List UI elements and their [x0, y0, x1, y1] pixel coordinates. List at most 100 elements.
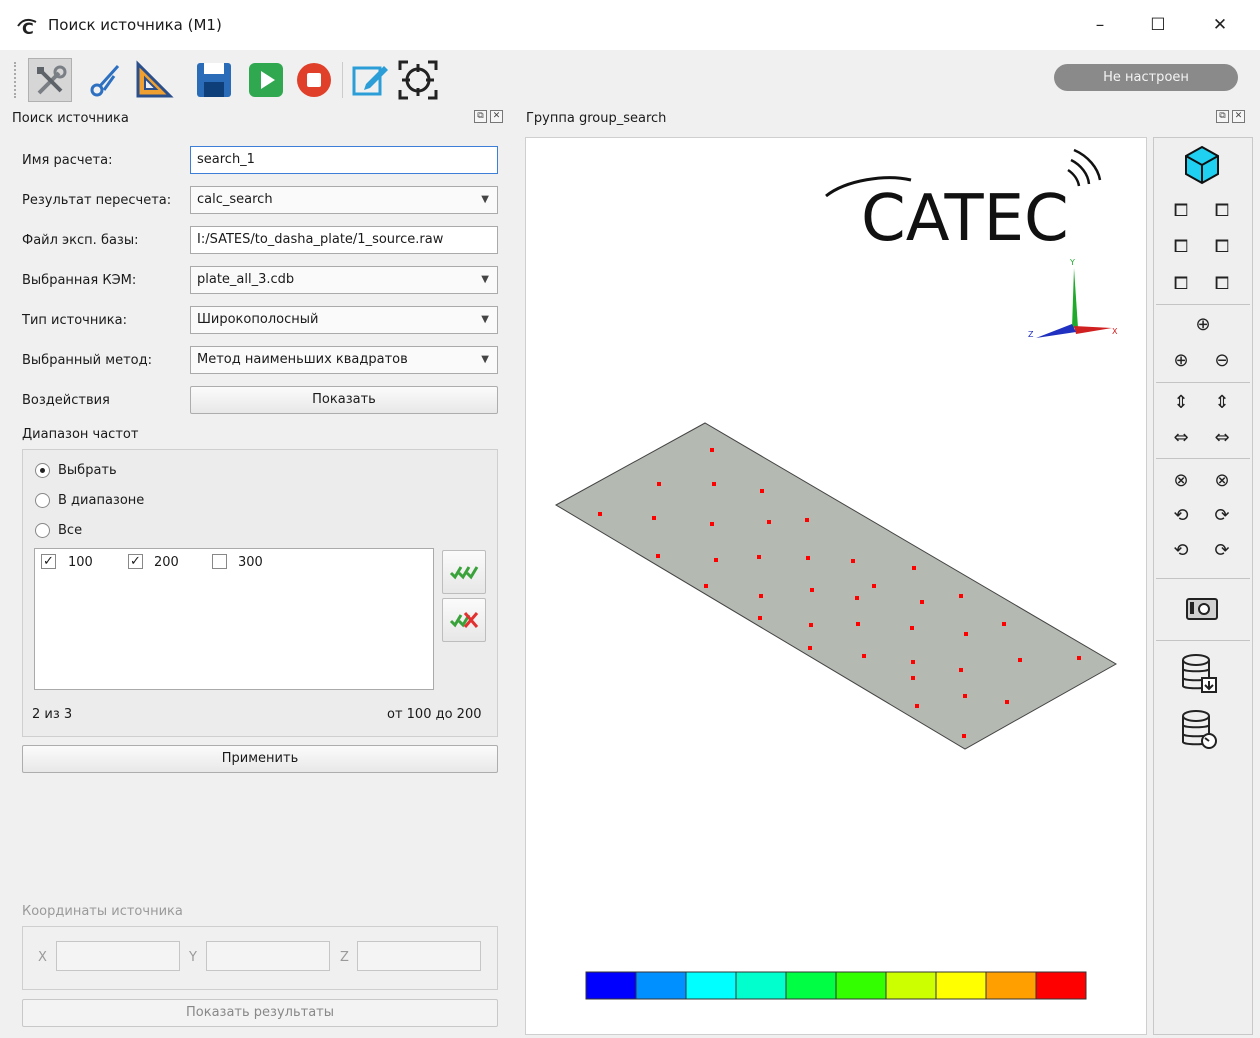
radio-all[interactable]	[35, 523, 50, 538]
catec-logo-icon: C	[16, 14, 40, 41]
cut-tools-icon	[90, 64, 120, 97]
play-icon	[249, 63, 283, 97]
bottom-view-icon[interactable]: ⧠	[1209, 271, 1235, 297]
color-legend-swatch	[835, 971, 887, 1000]
rotate-y-neg-icon[interactable]: ⟲	[1168, 503, 1194, 529]
method-select[interactable]: Метод наименьших квадратов ▼	[190, 346, 498, 374]
radio-range[interactable]	[35, 493, 50, 508]
calc-name-label: Имя расчета:	[22, 153, 113, 168]
rotate-y-pos-icon[interactable]: ⟳	[1209, 503, 1235, 529]
radio-select[interactable]	[35, 463, 50, 478]
exp-base-label: Файл эксп. базы:	[22, 233, 139, 248]
zoom-out-icon[interactable]: ⊖	[1209, 348, 1235, 374]
color-legend-swatch	[785, 971, 837, 1000]
screenshot-button[interactable]	[1184, 592, 1220, 622]
cut-tools-button[interactable]	[84, 58, 128, 102]
y-label: Y	[189, 950, 197, 965]
z-coord-input[interactable]	[357, 941, 481, 971]
color-legend-swatch	[685, 971, 737, 1000]
back-view-icon[interactable]: ⧠	[1209, 198, 1235, 224]
db-refresh-icon	[1182, 710, 1217, 749]
toolbar-separator	[342, 62, 344, 98]
x-coord-input[interactable]	[56, 941, 180, 971]
view-toolbar-separator	[1156, 578, 1250, 579]
axis-z-label: Z	[1028, 330, 1034, 339]
close-viewport-icon[interactable]: ✕	[1232, 110, 1245, 123]
recalc-result-select[interactable]: calc_search ▼	[190, 186, 498, 214]
recalc-result-label: Результат пересчета:	[22, 193, 172, 208]
color-legend-swatch	[585, 971, 637, 1000]
stop-button[interactable]	[292, 58, 336, 102]
recalc-result-value: calc_search	[197, 192, 273, 207]
freq-item-200: 200	[154, 555, 179, 570]
zoom-in-icon[interactable]: ⊕	[1168, 348, 1194, 374]
svg-text:C: C	[22, 19, 34, 36]
target-select-button[interactable]	[396, 58, 440, 102]
settings-tools-button[interactable]	[28, 58, 72, 102]
top-view-icon[interactable]: ⧠	[1168, 271, 1194, 297]
check-all-button[interactable]	[442, 550, 486, 594]
rotate-z-neg-icon[interactable]: ⟲	[1168, 538, 1194, 564]
float-viewport-icon[interactable]: ⧉	[1216, 110, 1229, 123]
ruler-triangle-button[interactable]	[132, 58, 176, 102]
close-button[interactable]: ✕	[1200, 10, 1240, 40]
radio-all-label: Все	[58, 523, 83, 538]
pan-down-icon[interactable]: ⇕	[1168, 390, 1194, 416]
source-type-select[interactable]: Широкополосный ▼	[190, 306, 498, 334]
pan-left-icon[interactable]: ⇔	[1168, 425, 1194, 451]
show-impacts-button[interactable]: Показать	[190, 386, 498, 414]
ruler-triangle-icon	[136, 60, 174, 98]
view-toolbar-separator	[1156, 382, 1250, 383]
float-panel-icon[interactable]: ⧉	[474, 110, 487, 123]
rotate-x-pos-icon[interactable]: ⊗	[1209, 468, 1235, 494]
apply-button[interactable]: Применить	[22, 745, 498, 773]
db-export-button[interactable]	[1178, 652, 1222, 696]
splitter-handle[interactable]	[505, 137, 511, 1035]
chevron-down-icon: ▼	[481, 314, 489, 325]
toolbar-grip[interactable]	[14, 62, 18, 98]
window-title: Поиск источника (M1)	[48, 16, 222, 34]
source-type-value: Широкополосный	[197, 312, 319, 327]
freq-checkbox-300[interactable]	[212, 554, 227, 569]
y-coord-input[interactable]	[206, 941, 330, 971]
left-view-icon[interactable]: ⧠	[1168, 234, 1194, 260]
chevron-down-icon: ▼	[481, 274, 489, 285]
screenshot-icon	[1186, 598, 1218, 620]
freq-range-title: Диапазон частот	[22, 427, 139, 442]
rotate-z-pos-icon[interactable]: ⟳	[1209, 538, 1235, 564]
save-button[interactable]	[192, 58, 236, 102]
freq-checkbox-100[interactable]: ✓	[41, 554, 56, 569]
pan-right-icon[interactable]: ⇔	[1209, 425, 1235, 451]
right-view-icon[interactable]: ⧠	[1209, 234, 1235, 260]
edit-icon	[352, 66, 388, 96]
method-value: Метод наименьших квадратов	[197, 352, 408, 367]
freq-checkbox-200[interactable]: ✓	[128, 554, 143, 569]
uncheck-all-button[interactable]	[442, 598, 486, 642]
minimize-button[interactable]: –	[1080, 10, 1120, 40]
left-panel-title: Поиск источника	[12, 111, 129, 126]
rotate-x-neg-icon[interactable]: ⊗	[1168, 468, 1194, 494]
fem-select[interactable]: plate_all_3.cdb ▼	[190, 266, 498, 294]
show-results-button[interactable]: Показать результаты	[22, 999, 498, 1027]
view-toolbar-separator	[1156, 640, 1250, 641]
calc-name-input[interactable]: search_1	[190, 146, 498, 174]
edit-button[interactable]	[348, 58, 392, 102]
freq-list[interactable]	[34, 548, 434, 690]
play-button[interactable]	[244, 58, 288, 102]
3d-viewport[interactable]: CATEC Y X Z	[525, 137, 1147, 1035]
exp-base-input[interactable]: I:/SATES/to_dasha_plate/1_source.raw	[190, 226, 498, 254]
chevron-down-icon: ▼	[481, 354, 489, 365]
close-panel-icon[interactable]: ✕	[490, 110, 503, 123]
view-toolbar-separator	[1156, 458, 1250, 459]
maximize-button[interactable]: ☐	[1138, 10, 1178, 40]
db-refresh-button[interactable]	[1178, 708, 1222, 752]
chevron-down-icon: ▼	[481, 194, 489, 205]
catec-logo-text: CATEC	[861, 182, 1069, 256]
iso-view-button[interactable]	[1180, 143, 1224, 187]
color-legend-swatch	[985, 971, 1037, 1000]
status-badge: Не настроен	[1054, 64, 1238, 91]
fem-plate	[554, 422, 1118, 750]
zoom-fit-icon[interactable]: ⊕	[1190, 312, 1216, 338]
pan-up-icon[interactable]: ⇕	[1209, 390, 1235, 416]
front-view-icon[interactable]: ⧠	[1168, 198, 1194, 224]
